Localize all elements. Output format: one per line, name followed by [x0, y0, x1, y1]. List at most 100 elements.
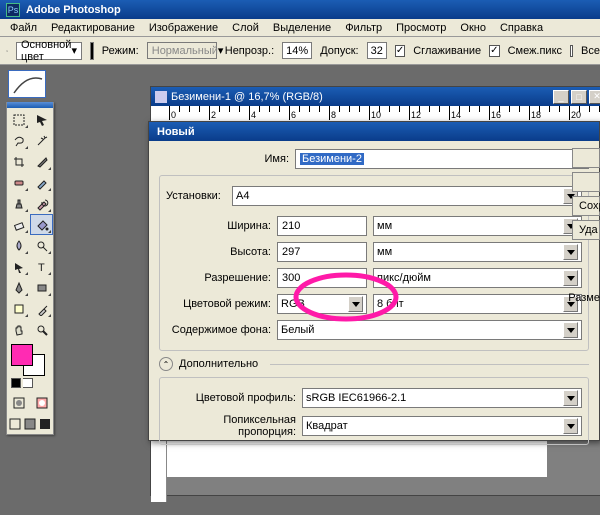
swap-colors-icon[interactable] [23, 378, 33, 388]
profile-dropdown[interactable]: sRGB IEC61966-2.1 [302, 388, 582, 408]
ok-button[interactable] [572, 148, 600, 168]
name-label: Имя: [159, 153, 289, 165]
clone-stamp-tool[interactable] [7, 193, 30, 214]
path-selection-tool[interactable] [7, 256, 30, 277]
pen-tool[interactable] [7, 277, 30, 298]
eyedropper-tool[interactable] [30, 298, 53, 319]
paint-bucket-tool[interactable] [30, 214, 53, 235]
type-tool[interactable]: T [30, 256, 53, 277]
screen-mode-standard[interactable] [7, 414, 22, 434]
zoom-tool[interactable] [30, 319, 53, 340]
menu-image[interactable]: Изображение [143, 20, 224, 36]
bucket-tool-icon [6, 41, 8, 61]
app-titlebar: Ps Adobe Photoshop [0, 0, 600, 19]
menu-file[interactable]: Файл [4, 20, 43, 36]
healing-brush-tool[interactable] [7, 172, 30, 193]
advanced-expander[interactable]: ⌃ [159, 357, 173, 371]
cancel-button[interactable] [572, 172, 600, 192]
save-preset-button[interactable]: Сохр [572, 196, 600, 216]
menu-window[interactable]: Окно [454, 20, 492, 36]
menu-filter[interactable]: Фильтр [339, 20, 388, 36]
crop-tool[interactable] [7, 151, 30, 172]
pixel-aspect-label: Попиксельная пропорция: [166, 414, 296, 438]
profile-label: Цветовой профиль: [166, 392, 296, 404]
notes-tool[interactable] [7, 298, 30, 319]
rectangle-tool[interactable] [30, 277, 53, 298]
move-tool[interactable] [30, 109, 53, 130]
app-title: Adobe Photoshop [26, 4, 121, 16]
screen-mode-full-menubar[interactable] [22, 414, 37, 434]
bgcontent-dropdown[interactable]: Белый [277, 320, 582, 340]
slice-tool[interactable] [30, 151, 53, 172]
preset-dropdown[interactable]: A4 [232, 186, 582, 206]
delete-preset-button[interactable]: Уда [572, 220, 600, 240]
blur-tool[interactable] [7, 235, 30, 256]
name-field[interactable]: Безимени-2 [295, 149, 589, 169]
eraser-tool[interactable] [7, 214, 30, 235]
alllayers-checkbox[interactable] [570, 45, 573, 57]
fill-dropdown[interactable]: Основной цвет▾ [16, 42, 82, 60]
new-document-dialog: Новый Имя: Безимени-2 Установки: A4 Шири… [148, 121, 600, 441]
opacity-label: Непрозр.: [225, 45, 274, 57]
pattern-swatch[interactable] [90, 42, 94, 60]
document-thumbnail[interactable] [8, 70, 46, 98]
hand-tool[interactable] [7, 319, 30, 340]
brush-tool[interactable] [30, 172, 53, 193]
menu-view[interactable]: Просмотр [390, 20, 452, 36]
toolbox: T [6, 102, 54, 435]
image-size-label: Разме [568, 292, 600, 304]
history-brush-tool[interactable] [30, 193, 53, 214]
options-bar: Основной цвет▾ Режим: Нормальный▾ Непроз… [0, 37, 600, 65]
screen-mode-full[interactable] [38, 414, 53, 434]
contiguous-checkbox[interactable]: ✓ [489, 45, 499, 57]
height-field[interactable]: 297 [277, 242, 367, 262]
close-button[interactable]: ✕ [589, 90, 600, 104]
lasso-tool[interactable] [7, 130, 30, 151]
width-unit-dropdown[interactable]: мм [373, 216, 582, 236]
svg-text:T: T [38, 262, 45, 274]
ps-icon: Ps [6, 3, 20, 17]
alllayers-label: Все [581, 45, 600, 57]
toolbox-header[interactable] [7, 102, 53, 109]
menu-select[interactable]: Выделение [267, 20, 337, 36]
default-colors-icon[interactable] [11, 378, 21, 388]
antialias-checkbox[interactable]: ✓ [395, 45, 405, 57]
contiguous-label: Смеж.пикс [508, 45, 562, 57]
bgcontent-label: Содержимое фона: [166, 324, 271, 336]
document-title: Безимени-1 @ 16,7% (RGB/8) [171, 91, 323, 103]
menu-help[interactable]: Справка [494, 20, 549, 36]
minimize-button[interactable]: _ [553, 90, 569, 104]
color-mode-dropdown[interactable]: RGB [277, 294, 367, 314]
resolution-field[interactable]: 300 [277, 268, 367, 288]
opacity-field[interactable]: 14% [282, 42, 312, 59]
maximize-button[interactable]: □ [571, 90, 587, 104]
color-mode-label: Цветовой режим: [166, 298, 271, 310]
dodge-tool[interactable] [30, 235, 53, 256]
height-label: Высота: [166, 246, 271, 258]
quick-mask-mode[interactable] [30, 392, 53, 414]
doc-icon [155, 91, 167, 103]
menu-bar: Файл Редактирование Изображение Слой Выд… [0, 19, 600, 37]
bit-depth-dropdown[interactable]: 8 бит [373, 294, 582, 314]
width-label: Ширина: [166, 220, 271, 232]
resolution-unit-dropdown[interactable]: пикс/дюйм [373, 268, 582, 288]
pixel-aspect-dropdown[interactable]: Квадрат [302, 416, 582, 436]
rect-marquee-tool[interactable] [7, 109, 30, 130]
menu-edit[interactable]: Редактирование [45, 20, 141, 36]
document-titlebar[interactable]: Безимени-1 @ 16,7% (RGB/8) _ □ ✕ [151, 87, 600, 106]
advanced-label: Дополнительно [179, 358, 258, 370]
width-field[interactable]: 210 [277, 216, 367, 236]
tolerance-label: Допуск: [320, 45, 358, 57]
magic-wand-tool[interactable] [30, 130, 53, 151]
preset-fieldset: Установки: A4 Ширина: 210 мм Высота: 297… [159, 175, 589, 351]
height-unit-dropdown[interactable]: мм [373, 242, 582, 262]
color-swatches [7, 340, 53, 392]
advanced-fieldset: Цветовой профиль: sRGB IEC61966-2.1 Попи… [159, 377, 589, 445]
menu-layer[interactable]: Слой [226, 20, 265, 36]
tolerance-field[interactable]: 32 [367, 42, 387, 59]
antialias-label: Сглаживание [413, 45, 481, 57]
mode-dropdown[interactable]: Нормальный▾ [147, 42, 217, 59]
resolution-label: Разрешение: [166, 272, 271, 284]
standard-mode[interactable] [7, 392, 30, 414]
foreground-color[interactable] [11, 344, 33, 366]
